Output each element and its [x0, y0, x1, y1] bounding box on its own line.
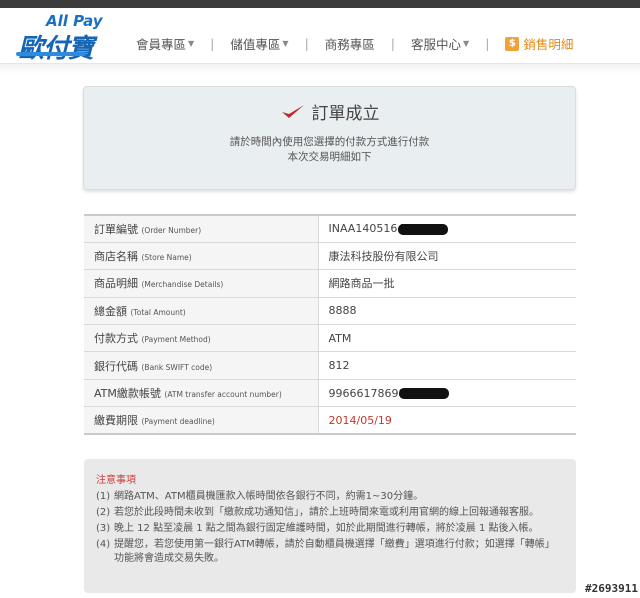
detail-value-text: 99666178698 [328, 386, 406, 400]
notice-item-number: (3) [96, 523, 111, 534]
nav-sales-details[interactable]: $ 銷售明細 [505, 34, 573, 53]
detail-label-en: (Total Amount) [130, 307, 186, 317]
nav-item-label: 商務專區 [324, 37, 375, 52]
notice-item-text: 提醒您，若您使用第一銀行ATM轉帳，請於自動櫃員機選擇「繳費」選項進行付款；如選… [114, 539, 555, 564]
notice-item-text: 晚上 12 點至凌晨 1 點之間為銀行固定維護時間，如於此期間進行轉帳，將於凌晨… [114, 523, 539, 534]
nav-item-label: 會員專區 [136, 37, 187, 52]
notice-item-number: (1) [96, 491, 111, 502]
detail-label: 繳費期限 (Payment deadline) [84, 406, 319, 435]
detail-label: 總金額 (Total Amount) [84, 297, 319, 325]
detail-value-text: 2014/05/19 [328, 413, 392, 427]
nav-item-2[interactable]: 商務專區 [325, 34, 375, 53]
nav-item-label: 客服中心 [411, 37, 462, 52]
transaction-details-table: 訂單編號 (Order Number) INAA1405164 商店名稱 (Stor… [84, 214, 576, 435]
detail-value-text: ATM [328, 331, 352, 345]
nav-item-label: 儲值專區 [230, 37, 281, 52]
notice-item: (3) 晚上 12 點至凌晨 1 點之間為銀行固定維護時間，如於此期間進行轉帳，將… [96, 522, 564, 536]
detail-value-text: INAA1405164 [328, 222, 405, 236]
notice-item-text: 若您於此段時間未收到「繳款成功通知信」，請於上班時間來電或利用官網的線上回報通報… [114, 507, 539, 518]
detail-row: 訂單編號 (Order Number) INAA1405164 [84, 215, 576, 243]
detail-value: INAA1405164 [318, 215, 576, 242]
notice-item-number: (4) [96, 539, 111, 550]
nav-separator: | [210, 36, 215, 51]
detail-row: 商店名稱 (Store Name) 康法科技股份有限公司 [84, 242, 576, 270]
detail-label-en: (Merchandise Details) [141, 280, 224, 290]
success-heading: 訂單成立 [84, 99, 575, 124]
nav-separator: | [304, 36, 309, 51]
notice-list: (1) 網路ATM、ATM櫃員機匯款入帳時間依各銀行不同，約需1~30分鐘。 (2)… [96, 490, 564, 566]
detail-label: 銀行代碼 (Bank SWIFT code) [84, 351, 319, 380]
detail-row: 付款方式 (Payment Method) ATM [84, 324, 576, 352]
detail-row: 總金額 (Total Amount) 8888 [84, 297, 576, 325]
detail-value-text: 康法科技股份有限公司 [328, 250, 439, 264]
detail-label-en: (Store Name) [141, 253, 192, 263]
detail-value: 2014/05/19 [318, 407, 576, 434]
detail-label-zh: 訂單編號 [94, 222, 138, 236]
detail-label-zh: 總金額 [94, 304, 127, 318]
success-line-2: 本次交易明細如下 [287, 151, 372, 163]
notice-item: (2) 若您於此段時間未收到「繳款成功通知信」，請於上班時間來電或利用官網的線上回… [96, 506, 564, 520]
detail-value: 8888 [318, 297, 576, 324]
detail-label-zh: 繳費期限 [94, 414, 138, 428]
redaction-mark [398, 223, 449, 235]
nav-separator: | [390, 36, 396, 51]
chevron-down-icon: ▼ [282, 39, 289, 48]
detail-label-zh: ATM繳款帳號 [94, 387, 161, 401]
detail-row: 商品明細 (Merchandise Details) 網路商品一批 [84, 269, 576, 298]
notice-item-text: 網路ATM、ATM櫃員機匯款入帳時間依各銀行不同，約需1~30分鐘。 [114, 491, 424, 502]
detail-value: ATM [318, 325, 576, 352]
dollar-icon: $ [505, 36, 520, 51]
notice-title: 注意事項 [96, 475, 136, 486]
nav-item-1[interactable]: 儲值專區 ▼ [230, 34, 288, 53]
detail-value: 99666178698 [318, 379, 576, 406]
detail-row: 銀行代碼 (Bank SWIFT code) 812 [84, 351, 576, 380]
top-bar [0, 0, 640, 8]
success-line-1: 請於時間內使用您選擇的付款方式進行付款 [229, 136, 430, 148]
detail-label-en: (ATM transfer account number) [164, 390, 282, 400]
detail-label-zh: 商店名稱 [94, 250, 138, 264]
detail-label: ATM繳款帳號 (ATM transfer account number) [84, 379, 319, 407]
detail-label-en: (Order Number) [141, 225, 202, 235]
notice-panel: 注意事項 (1) 網路ATM、ATM櫃員機匯款入帳時間依各銀行不同，約需1~30分… [84, 459, 576, 593]
detail-value: 812 [318, 352, 576, 379]
chevron-down-icon: ▼ [188, 39, 195, 48]
detail-value: 網路商品一批 [318, 270, 576, 297]
detail-value-text: 8888 [328, 304, 357, 318]
detail-label: 訂單編號 (Order Number) [84, 215, 319, 243]
notice-item: (4) 提醒您，若您使用第一銀行ATM轉帳，請於自動櫃員機選擇「繳費」選項進行付款… [96, 538, 564, 566]
nav-item-0[interactable]: 會員專區 ▼ [136, 34, 194, 53]
success-title: 訂單成立 [311, 104, 380, 124]
nav-sales-label: 銷售明細 [523, 37, 574, 52]
detail-label-en: (Bank SWIFT code) [141, 362, 213, 372]
detail-label: 付款方式 (Payment Method) [84, 324, 319, 352]
chevron-down-icon: ▼ [463, 39, 470, 48]
order-success-panel: 訂單成立 請於時間內使用您選擇的付款方式進行付款 本次交易明細如下 [83, 86, 576, 190]
checkmark-icon [281, 104, 304, 118]
nav-item-3[interactable]: 客服中心 ▼ [411, 34, 469, 53]
notice-item: (1) 網路ATM、ATM櫃員機匯款入帳時間依各銀行不同，約需1~30分鐘。 [96, 490, 564, 504]
redaction-mark [399, 388, 450, 400]
detail-value: 康法科技股份有限公司 [318, 242, 576, 269]
allpay-logo[interactable]: All Pay 歐付寶 [16, 12, 108, 64]
detail-label: 商品明細 (Merchandise Details) [84, 269, 319, 298]
detail-row: 繳費期限 (Payment deadline) 2014/05/19 [84, 406, 576, 435]
notice-item-number: (2) [96, 507, 111, 518]
header-shadow [0, 64, 640, 74]
detail-label: 商店名稱 (Store Name) [84, 242, 319, 270]
logo-swoosh [16, 52, 86, 56]
detail-label-zh: 付款方式 [94, 332, 138, 346]
detail-label-en: (Payment Method) [141, 335, 211, 345]
success-message: 請於時間內使用您選擇的付款方式進行付款 本次交易明細如下 [84, 135, 575, 165]
detail-value-text: 812 [328, 359, 350, 373]
logo-chinese: 歐付寶 [18, 34, 94, 64]
image-watermark: #2693911 [585, 582, 638, 595]
main-nav: 會員專區 ▼ | 儲值專區 ▼ | 商務專區 | 客服中心 ▼ | $ 銷售明細 [136, 34, 573, 53]
site-header: All Pay 歐付寶 會員專區 ▼ | 儲值專區 ▼ | 商務專區 | 客服中心 ▼ | $ 銷售明細 [0, 8, 640, 64]
detail-label-zh: 銀行代碼 [94, 359, 138, 373]
nav-separator: | [485, 36, 490, 51]
detail-value-text: 網路商品一批 [328, 277, 395, 291]
detail-label-zh: 商品明細 [94, 277, 138, 291]
detail-label-en: (Payment deadline) [141, 417, 215, 427]
detail-row: ATM繳款帳號 (ATM transfer account number) 996… [84, 379, 576, 407]
